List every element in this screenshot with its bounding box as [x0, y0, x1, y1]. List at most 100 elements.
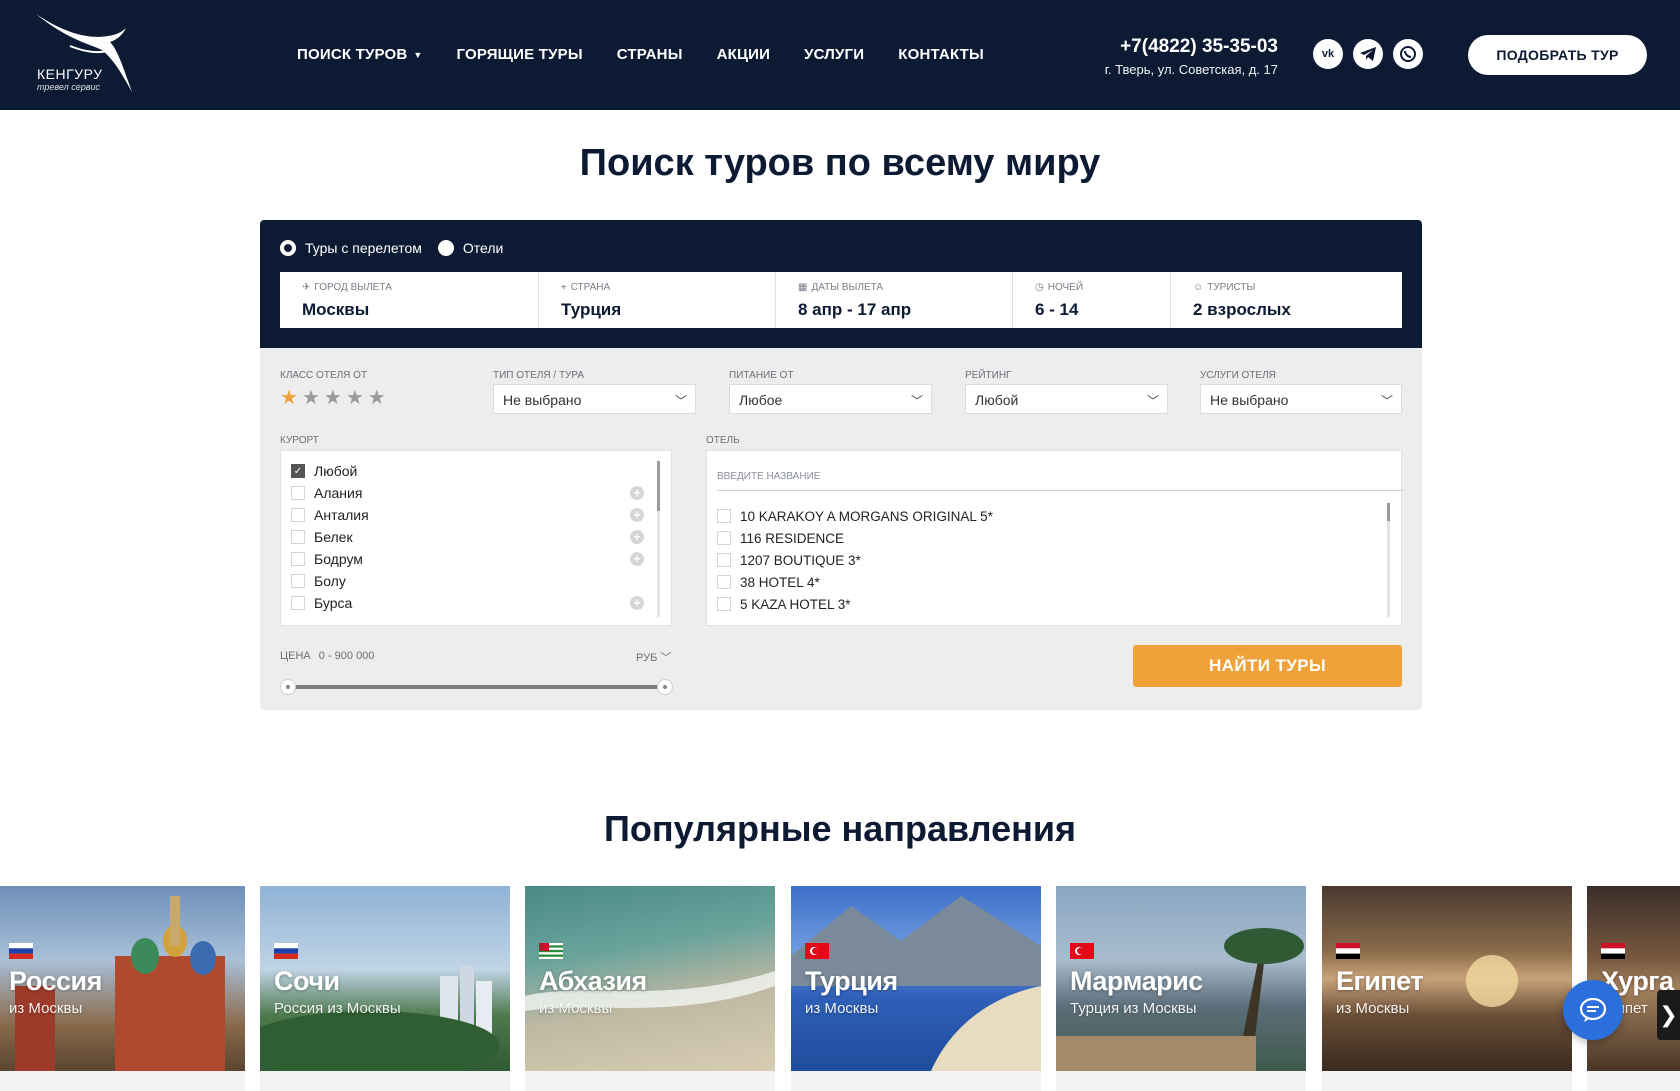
destination-card-marmaris[interactable]: Мармарис Турция из Москвы: [1056, 886, 1306, 1071]
whatsapp-icon[interactable]: [1393, 39, 1423, 69]
price-slider-track[interactable]: [287, 685, 665, 689]
vk-icon[interactable]: vk: [1313, 39, 1343, 69]
card-title: Турция: [805, 966, 898, 996]
tourists-field[interactable]: ☺ ТУРИСТЫ 2 взрослых: [1171, 272, 1402, 328]
hotel-services-select[interactable]: Не выбрано ﹀: [1200, 384, 1402, 414]
star-icon[interactable]: ★: [346, 385, 364, 410]
nav-item-tour-search[interactable]: ПОИСК ТУРОВ ▼: [297, 46, 423, 63]
resort-item[interactable]: Бодрум: [291, 549, 363, 569]
hotel-search-input[interactable]: ВВЕДИТЕ НАЗВАНИЕ: [717, 461, 1403, 491]
radio-label[interactable]: Туры с перелетом: [305, 240, 422, 256]
hotel-item[interactable]: 116 RESIDENCE: [717, 528, 844, 548]
currency-select[interactable]: РУБ ﹀: [636, 649, 671, 665]
checkbox[interactable]: [291, 574, 305, 588]
resort-label: КУРОРТ: [280, 435, 319, 446]
chat-button[interactable]: [1563, 980, 1623, 1040]
card-title: Египет: [1336, 966, 1424, 996]
price-slider-min-handle[interactable]: [280, 679, 296, 695]
nav-item-promotions[interactable]: АКЦИИ: [717, 46, 771, 63]
logo[interactable]: КЕНГУРУ тревел сервис: [30, 10, 140, 100]
destination-card-hurghada[interactable]: Хурга Египет: [1587, 886, 1680, 1071]
destination-card-egypt[interactable]: Египет из Москвы: [1322, 886, 1572, 1071]
checkbox[interactable]: ✓: [291, 464, 305, 478]
resort-item[interactable]: Белек: [291, 527, 353, 547]
nav-item-services[interactable]: УСЛУГИ: [804, 46, 864, 63]
radio-hotels[interactable]: [437, 240, 454, 256]
resort-item[interactable]: Бурса: [291, 593, 352, 613]
resort-item[interactable]: Болу: [291, 571, 346, 591]
checkbox[interactable]: [717, 531, 731, 545]
hotel-item[interactable]: 1207 BOUTIQUE 3*: [717, 550, 861, 570]
hotel-name: 38 HOTEL 4*: [740, 574, 820, 590]
destination-card-abkhazia[interactable]: Абхазия из Москвы: [525, 886, 775, 1071]
checkbox[interactable]: [291, 530, 305, 544]
resort-item[interactable]: Анталия: [291, 505, 369, 525]
dates-field[interactable]: ▦ ДАТЫ ВЫЛЕТА 8 апр - 17 апр: [776, 272, 1013, 328]
calendar-icon: ▦: [798, 282, 808, 293]
checkbox[interactable]: [717, 553, 731, 567]
checkbox[interactable]: [291, 552, 305, 566]
turkey-flag-icon: [805, 943, 829, 959]
label-text: ДАТЫ ВЫЛЕТА: [811, 282, 884, 293]
radio-tours-with-flight[interactable]: [280, 240, 296, 256]
site-header: КЕНГУРУ тревел сервис ПОИСК ТУРОВ ▼ ГОРЯЩ…: [0, 0, 1680, 110]
country-field[interactable]: ⌖ СТРАНА Турция: [539, 272, 776, 328]
star-icon[interactable]: ★: [324, 385, 342, 410]
telegram-icon[interactable]: [1353, 39, 1383, 69]
checkbox[interactable]: [291, 596, 305, 610]
star-icon[interactable]: ★: [280, 385, 298, 410]
checkbox[interactable]: [717, 509, 731, 523]
star-icon[interactable]: ★: [302, 385, 320, 410]
hotel-item[interactable]: 38 HOTEL 4*: [717, 572, 820, 592]
expand-plus-icon[interactable]: +: [630, 486, 644, 500]
destination-card-turkey[interactable]: Турция из Москвы: [791, 886, 1041, 1071]
destination-card-russia[interactable]: Россия из Москвы: [0, 886, 245, 1071]
address: г. Тверь, ул. Советская, д. 17: [1104, 62, 1278, 77]
caret-down-icon: ▼: [413, 49, 423, 60]
nav-item-contacts[interactable]: КОНТАКТЫ: [898, 46, 984, 63]
carousel-next-button[interactable]: ❯: [1657, 990, 1680, 1040]
search-fields: ✈ ГОРОД ВЫЛЕТА Москвы ⌖ СТРАНА Турция ▦ ДАТ…: [280, 272, 1402, 328]
header-contacts: +7(4822) 35-35-03 г. Тверь, ул. Советска…: [1105, 36, 1278, 77]
checkbox[interactable]: [291, 486, 305, 500]
search-form-filters: КЛАСС ОТЕЛЯ ОТ ★ ★ ★ ★ ★ ТИП ОТЕЛЯ / ТУР…: [260, 348, 1422, 710]
price-slider-max-handle[interactable]: [657, 679, 673, 695]
hotel-type-select[interactable]: Не выбрано ﹀: [493, 384, 696, 414]
checkbox[interactable]: [717, 597, 731, 611]
radio-label[interactable]: Отели: [463, 240, 503, 256]
meal-select[interactable]: Любое ﹀: [729, 384, 932, 414]
hotel-scrollbar-thumb[interactable]: [1387, 503, 1390, 521]
nav-item-hot-tours[interactable]: ГОРЯЩИЕ ТУРЫ: [457, 46, 583, 63]
expand-plus-icon[interactable]: +: [630, 508, 644, 522]
card-footer: [1322, 1071, 1572, 1091]
field-value: Москвы: [302, 300, 370, 319]
chevron-down-icon: ﹀: [674, 394, 687, 408]
star-icon[interactable]: ★: [368, 385, 386, 410]
nav-item-countries[interactable]: СТРАНЫ: [617, 46, 683, 63]
hotel-item[interactable]: 10 KARAKOY A MORGANS ORIGINAL 5*: [717, 506, 993, 526]
find-tours-button[interactable]: НАЙТИ ТУРЫ: [1133, 645, 1402, 687]
resort-item[interactable]: ✓ Любой: [291, 461, 357, 481]
pick-tour-button[interactable]: ПОДОБРАТЬ ТУР: [1468, 35, 1647, 75]
russia-flag-icon: [274, 943, 298, 959]
chevron-down-icon: ﹀: [1380, 394, 1393, 408]
card-title: Абхазия: [539, 966, 647, 996]
card-title: Россия: [9, 966, 102, 996]
popular-carousel: Россия из Москвы Сочи Россия из Москвы А…: [0, 886, 1680, 1091]
select-value: Не выбрано: [1210, 392, 1289, 408]
select-value: Не выбрано: [503, 392, 582, 408]
departure-city-field[interactable]: ✈ ГОРОД ВЫЛЕТА Москвы: [280, 272, 539, 328]
resort-scrollbar-thumb[interactable]: [657, 461, 660, 511]
expand-plus-icon[interactable]: +: [630, 552, 644, 566]
rating-select[interactable]: Любой ﹀: [965, 384, 1168, 414]
expand-plus-icon[interactable]: +: [630, 530, 644, 544]
expand-plus-icon[interactable]: +: [630, 596, 644, 610]
nights-field[interactable]: ◷ НОЧЕЙ 6 - 14: [1013, 272, 1171, 328]
destination-card-sochi[interactable]: Сочи Россия из Москвы: [260, 886, 510, 1071]
checkbox[interactable]: [291, 508, 305, 522]
resort-item[interactable]: Алания: [291, 483, 362, 503]
checkbox[interactable]: [717, 575, 731, 589]
label-text: ГОРОД ВЫЛЕТА: [314, 282, 392, 293]
phone-number[interactable]: +7(4822) 35-35-03: [1105, 36, 1278, 58]
hotel-item[interactable]: 5 KAZA HOTEL 3*: [717, 594, 851, 614]
